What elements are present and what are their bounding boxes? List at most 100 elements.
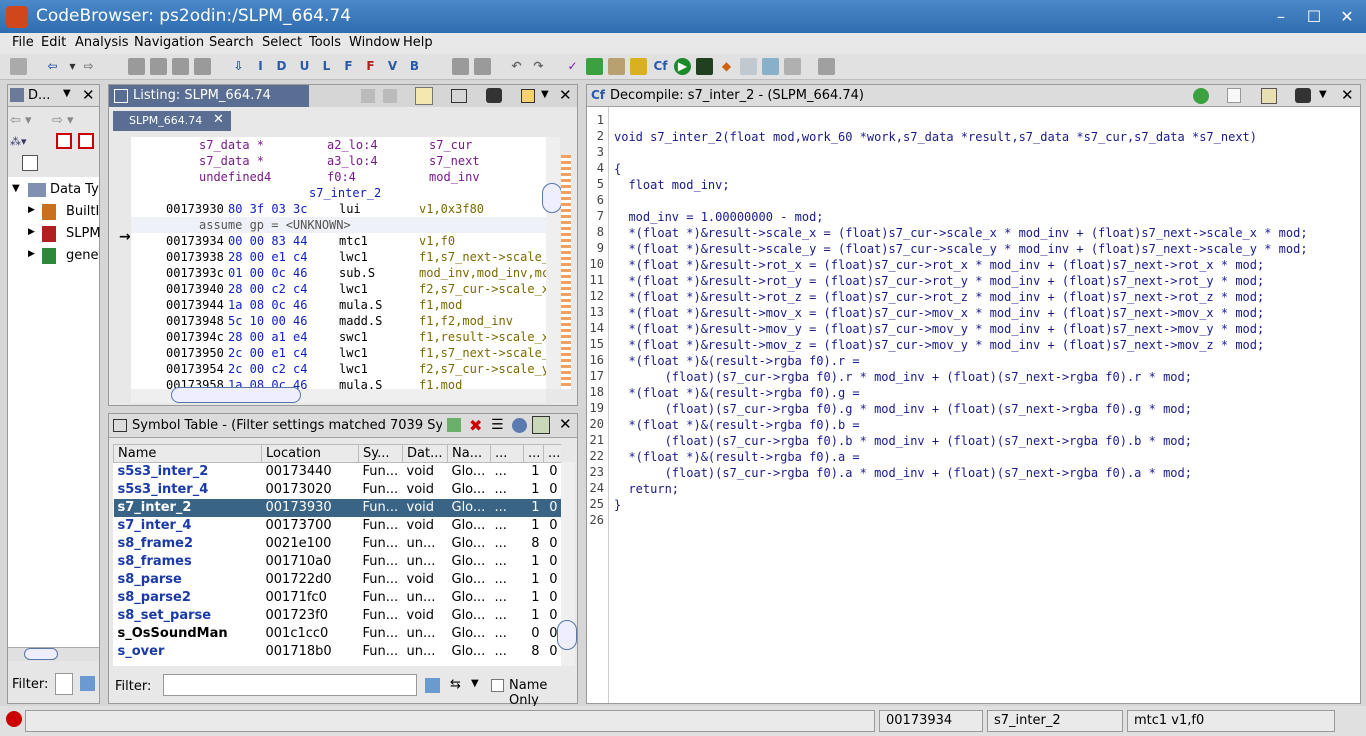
listing-options-icon[interactable]: [521, 89, 535, 103]
menu-search[interactable]: Search: [209, 35, 254, 50]
refresh-icon[interactable]: [1193, 88, 1209, 104]
table-row[interactable]: s5s3_inter_4 00173020 Fun... void Glo...... 1…: [114, 481, 562, 499]
horizontal-scrollbar[interactable]: [8, 647, 99, 661]
menu-help[interactable]: Help: [403, 35, 433, 50]
expand-icon[interactable]: ▶: [28, 249, 35, 259]
listing-row[interactable]: 0017394c 28 00 a1 e4 swc1 f1,result->scale_…: [131, 329, 546, 345]
tree-item-generic[interactable]: gene: [66, 248, 99, 263]
error-icon[interactable]: [6, 711, 22, 727]
code-line[interactable]: (float)(s7_cur->rgba f0).b * mod_inv + (…: [614, 433, 1192, 449]
code-line[interactable]: *(float *)&(result->rgba f0).a =: [614, 449, 859, 465]
maximize-button[interactable]: ☐: [1303, 6, 1325, 28]
copy-icon[interactable]: [474, 58, 491, 75]
expand-icon[interactable]: ▶: [28, 227, 35, 237]
column-header-namespace[interactable]: Na...: [447, 444, 491, 463]
table-row[interactable]: s8_frames 001710a0 Fun... un... Glo...... 1 0: [114, 553, 562, 571]
filter-options-icon[interactable]: [80, 676, 95, 691]
delete-icon[interactable]: ✖: [469, 416, 482, 435]
navigation-toggle-icon[interactable]: [532, 416, 550, 434]
column-header-name[interactable]: Name: [113, 444, 262, 463]
filter-settings-icon[interactable]: ⇆: [450, 677, 461, 692]
name-only-checkbox[interactable]: [491, 679, 504, 692]
code-line[interactable]: }: [614, 497, 621, 513]
u-icon[interactable]: U: [296, 58, 313, 75]
chevron-down-icon[interactable]: ▼: [1319, 89, 1327, 100]
listing-row[interactable]: 00173944 1a 08 0c 46 mula.S f1,mod: [131, 297, 546, 313]
tree-item-builtin[interactable]: BuiltI: [66, 204, 99, 219]
listing-row[interactable]: 00173950 2c 00 e1 c4 lwc1 f1,s7_next->scale…: [131, 345, 546, 361]
folder-icon[interactable]: [630, 58, 647, 75]
code-line[interactable]: *(float *)&(result->rgba f0).g =: [614, 385, 859, 401]
listing-horizontal-scrollbar[interactable]: [131, 387, 546, 403]
tree-item-slpm[interactable]: SLPM: [66, 226, 101, 241]
i-icon[interactable]: I: [252, 58, 269, 75]
code-line[interactable]: *(float *)&result->mov_x = (float)s7_cur…: [614, 305, 1264, 321]
d-icon[interactable]: D: [273, 58, 290, 75]
table-row[interactable]: s8_parse 001722d0 Fun... void Glo...... 1 0: [114, 571, 562, 589]
menu-navigation[interactable]: Navigation: [134, 35, 204, 50]
back-dropdown-icon[interactable]: ▼: [64, 58, 81, 75]
code-line[interactable]: (float)(s7_cur->rgba f0).r * mod_inv + (…: [614, 369, 1192, 385]
code-line[interactable]: void s7_inter_2(float mod,work_60 *work,…: [614, 129, 1257, 145]
code-line[interactable]: *(float *)&result->rot_x = (float)s7_cur…: [614, 257, 1264, 273]
snapshot-icon[interactable]: [1295, 88, 1311, 103]
collapse-all-icon[interactable]: [22, 155, 38, 171]
listing-row[interactable]: 0017393c 01 00 0c 46 sub.S mod_inv,mod_inv,…: [131, 265, 546, 281]
code-line[interactable]: *(float *)&result->rot_y = (float)s7_cur…: [614, 273, 1264, 289]
redo-icon[interactable]: ↷: [530, 58, 547, 75]
bookmark-f-icon[interactable]: F: [362, 58, 379, 75]
expand-icon[interactable]: ▼: [12, 183, 20, 194]
menu-analysis[interactable]: Analysis: [75, 35, 129, 50]
table-row[interactable]: s8_set_parse 001723f0 Fun... void Glo...... 1…: [114, 607, 562, 625]
close-icon[interactable]: ✕: [82, 86, 95, 104]
back-arrow-icon[interactable]: ⇦: [44, 58, 61, 75]
scrollbar-thumb[interactable]: [24, 648, 58, 660]
checkmark-icon[interactable]: ✓: [564, 58, 581, 75]
refresh-icon[interactable]: [447, 418, 461, 432]
decompiler-icon[interactable]: Cf: [652, 58, 669, 75]
datatype-filter-input[interactable]: [55, 673, 73, 695]
table-row[interactable]: s_over 001718b0 Fun... un... Glo...... 8 0: [114, 643, 562, 661]
symbol-filter-input[interactable]: [163, 674, 417, 696]
column-header-location[interactable]: Location: [261, 444, 359, 463]
forward-arrow-icon[interactable]: ⇨ ▾: [52, 113, 74, 128]
tree-root-label[interactable]: Data Ty: [50, 182, 99, 197]
listing-row[interactable]: s7_data * a2_lo:4 s7_cur: [131, 137, 546, 153]
table-row[interactable]: s7_inter_2 00173930 Fun... void Glo...... 1 0: [113, 498, 561, 517]
code-line[interactable]: return;: [614, 481, 679, 497]
column-header-references[interactable]: ...: [523, 444, 544, 463]
chevron-down-icon[interactable]: ▼: [63, 88, 71, 99]
scrollbar-thumb[interactable]: [557, 620, 577, 650]
listing-row[interactable]: 00173934 00 00 83 44 mtc1 v1,f0: [131, 233, 546, 249]
back-arrow-icon[interactable]: ⇦ ▾: [10, 113, 32, 128]
code-line[interactable]: *(float *)&(result->rgba f0).b =: [614, 417, 859, 433]
scrollbar-thumb[interactable]: [542, 183, 562, 213]
column-header-symbol-type[interactable]: Sy...: [358, 444, 403, 463]
columns-icon[interactable]: ☰: [491, 417, 504, 433]
listing-row[interactable]: undefined4 f0:4 mod_inv: [131, 169, 546, 185]
run-script-icon[interactable]: ▶: [674, 58, 691, 75]
close-button[interactable]: ✕: [1336, 6, 1358, 28]
decompiled-code[interactable]: void s7_inter_2(float mod,work_60 *work,…: [612, 107, 1357, 703]
refresh-icon[interactable]: [586, 58, 603, 75]
table-row[interactable]: s5s3_inter_2 00173440 Fun... void Glo...... 1…: [114, 463, 562, 481]
symbol-table-scrollbar[interactable]: [557, 462, 577, 666]
listing-code-area[interactable]: s7_data * a2_lo:4 s7_cur s7_data * a3_lo:4 s7…: [131, 137, 546, 389]
filter-pointers-icon[interactable]: [78, 133, 94, 149]
menu-file[interactable]: File: [12, 35, 34, 50]
paste-icon[interactable]: [383, 89, 397, 103]
listing-row[interactable]: 00173940 28 00 c2 c4 lwc1 f2,s7_cur->scale_…: [131, 281, 546, 297]
code-line[interactable]: *(float *)&result->scale_y = (float)s7_c…: [614, 241, 1307, 257]
table-row[interactable]: s7_inter_4 00173700 Fun... void Glo...... 1 0: [114, 517, 562, 535]
menu-select[interactable]: Select: [262, 35, 302, 50]
menu-tools[interactable]: Tools: [309, 35, 341, 50]
listing-row[interactable]: s7_inter_2: [131, 185, 546, 201]
copy-icon[interactable]: [1227, 88, 1241, 103]
column-header-datatype[interactable]: Dat...: [402, 444, 448, 463]
minimize-button[interactable]: –: [1270, 6, 1292, 28]
save-icon[interactable]: [10, 58, 27, 75]
filter-options-icon[interactable]: [425, 678, 440, 693]
clear-code-icon[interactable]: [452, 58, 469, 75]
field-layout-icon[interactable]: [451, 89, 467, 103]
menu-window[interactable]: Window: [349, 35, 400, 50]
